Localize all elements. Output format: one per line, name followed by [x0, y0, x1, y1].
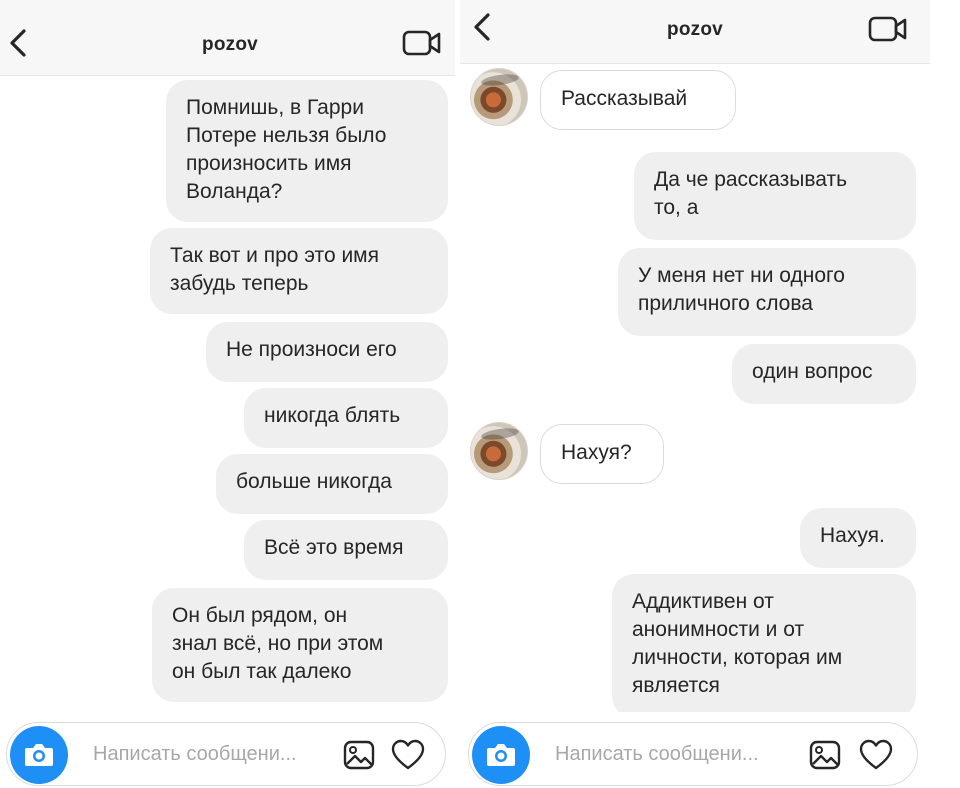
message-bubble[interactable]: больше никогда	[216, 454, 448, 514]
gallery-icon[interactable]	[343, 740, 375, 770]
message-line: произносить имя	[186, 152, 352, 175]
page-margin	[930, 0, 960, 788]
message-line: Помнишь, в Гарри	[186, 96, 364, 119]
left-chat-screen: Помнишь, в Гарри Потере нельзя было прои…	[0, 0, 460, 788]
message-input[interactable]: Написать сообщени...	[93, 743, 297, 766]
message-bubble[interactable]: У меня нет ни одного приличного слова	[618, 248, 916, 336]
video-camera-icon[interactable]	[868, 14, 908, 44]
message-line: приличного слова	[638, 292, 813, 315]
message-line: никогда блять	[264, 404, 401, 427]
message-bubble[interactable]: Да че рассказывать то, а	[634, 152, 916, 240]
camera-button[interactable]	[10, 726, 68, 784]
message-bubble[interactable]: Помнишь, в Гарри Потере нельзя было прои…	[166, 80, 448, 222]
message-line: Он был рядом, он	[172, 604, 348, 627]
message-bubble[interactable]: один вопрос	[732, 344, 916, 404]
message-bubble[interactable]: Рассказывай	[540, 70, 736, 130]
message-line: Аддиктивен от	[632, 590, 774, 613]
message-line: один вопрос	[752, 360, 873, 383]
heart-icon[interactable]	[391, 739, 425, 771]
chat-title[interactable]: pozov	[460, 19, 930, 41]
message-line: Нахуя?	[561, 441, 632, 464]
message-bubble[interactable]: Всё это время	[244, 520, 448, 580]
message-bubble[interactable]: никогда блять	[244, 388, 448, 448]
message-line: является	[632, 674, 720, 697]
message-line: анонимности и от	[632, 618, 805, 641]
video-camera-icon[interactable]	[402, 28, 442, 58]
avatar[interactable]	[470, 422, 528, 480]
message-line: знал всё, но при этом	[172, 632, 384, 655]
message-composer[interactable]: Написать сообщени...	[6, 722, 446, 786]
message-line: то, а	[654, 196, 699, 219]
chat-header: pozov	[0, 0, 460, 76]
message-composer[interactable]: Написать сообщени...	[468, 722, 918, 786]
message-bubble[interactable]: Так вот и про это имя забудь теперь	[150, 228, 448, 314]
camera-button[interactable]	[472, 726, 530, 784]
message-line: Нахуя.	[820, 524, 885, 547]
message-bubble[interactable]: Не произноси его	[206, 322, 448, 382]
message-line: Рассказывай	[561, 87, 688, 110]
message-line: личности, которая им	[632, 646, 843, 669]
camera-icon	[487, 744, 515, 766]
chat-header: pozov	[460, 0, 930, 64]
message-line: Потере нельзя было	[186, 124, 387, 147]
message-input[interactable]: Написать сообщени...	[555, 743, 759, 766]
message-bubble[interactable]: Аддиктивен от анонимности и от личности,…	[612, 574, 916, 718]
gallery-icon[interactable]	[809, 740, 841, 770]
avatar[interactable]	[470, 68, 528, 126]
message-bubble[interactable]: Нахуя.	[800, 508, 916, 568]
message-line: Всё это время	[264, 536, 404, 559]
message-line: У меня нет ни одного	[638, 264, 845, 287]
message-line: Не произноси его	[226, 338, 397, 361]
message-line: Так вот и про это имя	[170, 244, 379, 267]
message-line: он был так далеко	[172, 660, 352, 683]
chat-title[interactable]: pozov	[0, 34, 460, 56]
message-bubble[interactable]: Он был рядом, он знал всё, но при этом о…	[152, 588, 448, 702]
message-line: больше никогда	[236, 470, 392, 493]
message-line: Да че рассказывать	[654, 168, 848, 191]
camera-icon	[25, 744, 53, 766]
right-chat-screen: Рассказывай Да че рассказывать то, а У м…	[460, 0, 930, 788]
message-line: забудь теперь	[170, 272, 309, 295]
message-bubble[interactable]: Нахуя?	[540, 424, 664, 484]
message-line: Воланда?	[186, 180, 283, 203]
heart-icon[interactable]	[859, 739, 893, 771]
